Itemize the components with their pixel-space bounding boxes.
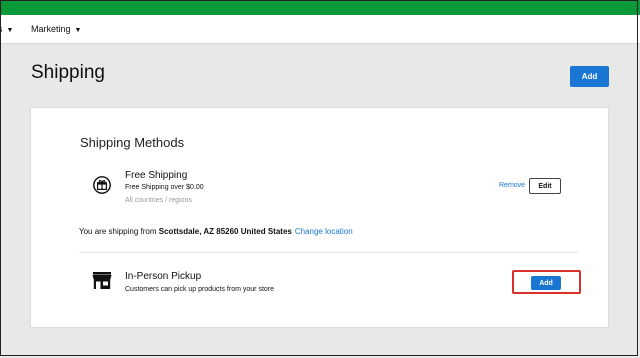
- method-description: Free Shipping over $0.00: [125, 184, 204, 191]
- method-name: In-Person Pickup: [125, 271, 202, 282]
- caret-down-icon: ▼: [74, 27, 82, 34]
- change-location-link[interactable]: Change location: [295, 227, 353, 236]
- method-regions: All countries / regions: [125, 197, 192, 204]
- add-pickup-button[interactable]: Add: [531, 276, 561, 290]
- gift-icon: [93, 176, 111, 194]
- nav-item-label: Marketing: [31, 24, 71, 34]
- shipping-from-location: Scottsdale, AZ 85260 United States: [158, 227, 292, 236]
- section-title: Shipping Methods: [80, 135, 185, 150]
- nav-item-marketing[interactable]: Marketing ▼: [31, 15, 81, 43]
- shipping-from-text: You are shipping from Scottsdale, AZ 852…: [79, 227, 353, 236]
- nav-item-truncated[interactable]: s ▼: [0, 15, 13, 43]
- shipping-from-prefix: You are shipping from: [79, 227, 157, 236]
- store-icon: [92, 272, 112, 289]
- top-brand-bar: [0, 0, 640, 15]
- page-title: Shipping: [31, 62, 105, 83]
- nav-item-label: s: [0, 24, 3, 34]
- method-description: Customers can pick up products from your…: [125, 286, 275, 293]
- top-navigation: s ▼ Marketing ▼: [0, 15, 640, 44]
- caret-down-icon: ▼: [6, 27, 14, 34]
- divider: [79, 252, 579, 253]
- edit-button[interactable]: Edit: [529, 178, 561, 194]
- remove-link[interactable]: Remove: [499, 182, 525, 189]
- add-shipping-button[interactable]: Add: [570, 66, 609, 87]
- method-name: Free Shipping: [125, 170, 188, 181]
- shipping-methods-card: Shipping Methods Free Shipping Free Ship…: [30, 107, 609, 328]
